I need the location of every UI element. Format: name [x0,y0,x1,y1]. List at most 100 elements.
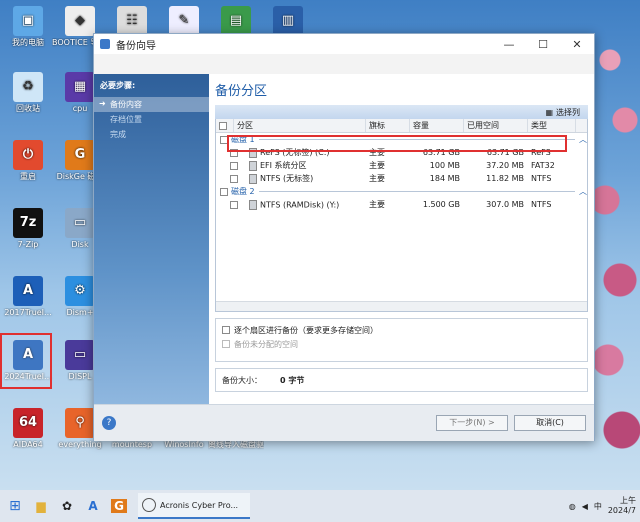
step-label: 存档位置 [110,115,142,124]
help-icon[interactable]: ? [102,416,116,430]
minimize-button[interactable]: — [492,38,526,51]
option-unallocated: 备份未分配的空间 [222,337,581,351]
partition-icon [249,173,257,184]
title-bar[interactable]: 备份向导 — ☐ ✕ [94,34,594,54]
horizontal-scrollbar[interactable] [216,301,587,311]
partition-used: 37.20 MB [486,161,524,170]
window-title: 备份向导 [116,40,156,52]
wizard-footer: ? 下一步(N) > 取消(C) [94,404,594,441]
sector-by-sector-checkbox[interactable] [222,326,230,334]
volume-icon[interactable]: ◀ [582,502,588,511]
col-header-partition[interactable]: 分区 [234,119,366,132]
desktop-icon-label: 重启 [20,172,36,181]
maximize-button[interactable]: ☐ [526,38,560,51]
disk-icon: ▭ [65,208,95,238]
partition-used: 307.0 MB [486,200,524,209]
table-row[interactable]: NTFS (无标签) 主要 184 MB 11.82 MB NTFS [216,172,587,185]
step-finish[interactable]: 完成 [94,127,209,142]
col-header-capacity[interactable]: 容量 [410,119,464,132]
system-tray: ◍ ◀ 中 上午 2024/7 [569,496,640,516]
desktop-icon[interactable]: ▣ 我的电脑 [0,6,56,48]
option-label: 备份未分配的空间 [234,339,298,349]
recycle-bin-icon: ♻ [13,72,43,102]
row-checkbox[interactable] [230,174,238,183]
acronis-window-icon [142,498,156,512]
row-checkbox[interactable] [230,161,238,170]
desktop-icon[interactable]: ⏻ 重启 [0,140,56,182]
disk-label: 磁盘 2 [231,187,255,196]
desktop-icon-label: 回收站 [16,104,40,113]
col-header-flag[interactable]: 旗标 [366,119,410,132]
group-divider [258,191,575,192]
partition-capacity: 1.500 GB [422,200,460,209]
taskbar-explorer[interactable]: ▆ [30,495,52,517]
select-all-checkbox[interactable] [219,121,227,130]
option-label: 逐个扇区进行备份（要求更多存储空间） [234,325,378,335]
acronis-icon: A [13,276,43,306]
row-checkbox[interactable] [230,200,238,209]
start-button[interactable]: ⊞ [4,495,26,517]
partition-flag: 主要 [369,200,385,209]
partition-table: 分区 旗标 容量 已用空间 类型 磁盘 1 ︿ ReFS (无标签) (C:) … [215,119,588,312]
desktop-icon-label: 离线导入磁盘驱动 [208,440,264,449]
desktop-icon-label: AIDA64 [13,440,43,449]
table-row[interactable]: EFI 系统分区 主要 100 MB 37.20 MB FAT32 [216,159,587,172]
desktop-icon-label: mountesp [111,440,153,449]
folder-icon: ▆ [36,499,46,513]
partition-label: NTFS (RAMDisk) (Y:) [260,200,340,209]
row-checkbox-cell [216,161,246,170]
diskgenius-icon: G [65,140,95,170]
chart-icon: ▥ [273,6,303,36]
cancel-button[interactable]: 取消(C) [514,415,586,431]
partition-capacity: 184 MB [429,174,460,183]
main-panel: 备份分区 ▦ 选择列 分区 旗标 容量 已用空间 类型 磁盘 1 ︿ ReFS … [209,74,594,404]
taskbar-acronis[interactable]: A [82,495,104,517]
diskgenius-icon: G [111,499,127,513]
taskbar-app-label: Acronis Cyber Pro... [160,500,239,510]
unallocated-checkbox [222,340,230,348]
clock[interactable]: 上午 2024/7 [608,496,636,516]
option-sector-by-sector[interactable]: 逐个扇区进行备份（要求更多存储空间） [222,323,581,337]
steps-header: 必要步骤: [100,81,136,90]
disk-2-checkbox[interactable] [220,187,228,196]
input-method-icon[interactable]: 中 [594,501,602,512]
desktop-icon[interactable]: 64 AIDA64 [0,408,56,450]
row-checkbox-cell [216,200,246,209]
disk-group-2: 磁盘 2 ︿ [216,185,587,198]
everything-icon: ⚲ [65,408,95,438]
close-button[interactable]: ✕ [560,38,594,51]
windows-logo-icon: ⊞ [9,498,21,514]
7zip-icon: 7z [13,208,43,238]
row-checkbox-cell [216,174,246,183]
desktop-icon[interactable]: A 2017TrueI... [0,276,56,318]
taskbar-app-2[interactable]: ✿ [56,495,78,517]
desktop-icon[interactable]: 7z 7-Zip [0,208,56,250]
step-backup-content[interactable]: ➜ 备份内容 [94,97,209,112]
step-archive-location[interactable]: 存档位置 [94,112,209,127]
network-globe-icon[interactable]: ◍ [569,502,576,511]
partition-icon [249,160,257,171]
taskbar-active-window[interactable]: Acronis Cyber Pro... [138,493,250,519]
cpu-icon: ▦ [65,72,95,102]
dism-icon: ⚙ [65,276,95,306]
desktop-icon[interactable]: ♻ 回收站 [0,72,56,114]
partition-name: NTFS (无标签) [246,173,366,184]
partition-icon [249,199,257,210]
desktop-icon-label: everything [58,440,102,449]
next-button[interactable]: 下一步(N) > [436,415,508,431]
clock-time: 上午 [620,496,636,505]
backup-size: 备份大小： 0 字节 [215,368,588,392]
chevron-up-icon[interactable]: ︿ [579,134,587,145]
step-label: 备份内容 [110,100,142,109]
partition-name: NTFS (RAMDisk) (Y:) [246,199,366,210]
step-label: 完成 [110,130,126,139]
partition-label: EFI 系统分区 [260,161,307,170]
restart-icon: ⏻ [13,140,43,170]
page-title: 备份分区 [215,84,268,99]
taskbar-diskgenius[interactable]: G [108,495,130,517]
select-columns-link[interactable]: 选择列 [556,107,580,118]
col-header-used[interactable]: 已用空间 [464,119,528,132]
chevron-up-icon[interactable]: ︿ [579,186,587,197]
col-header-type[interactable]: 类型 [528,119,576,132]
table-row[interactable]: NTFS (RAMDisk) (Y:) 主要 1.500 GB 307.0 MB… [216,198,587,211]
